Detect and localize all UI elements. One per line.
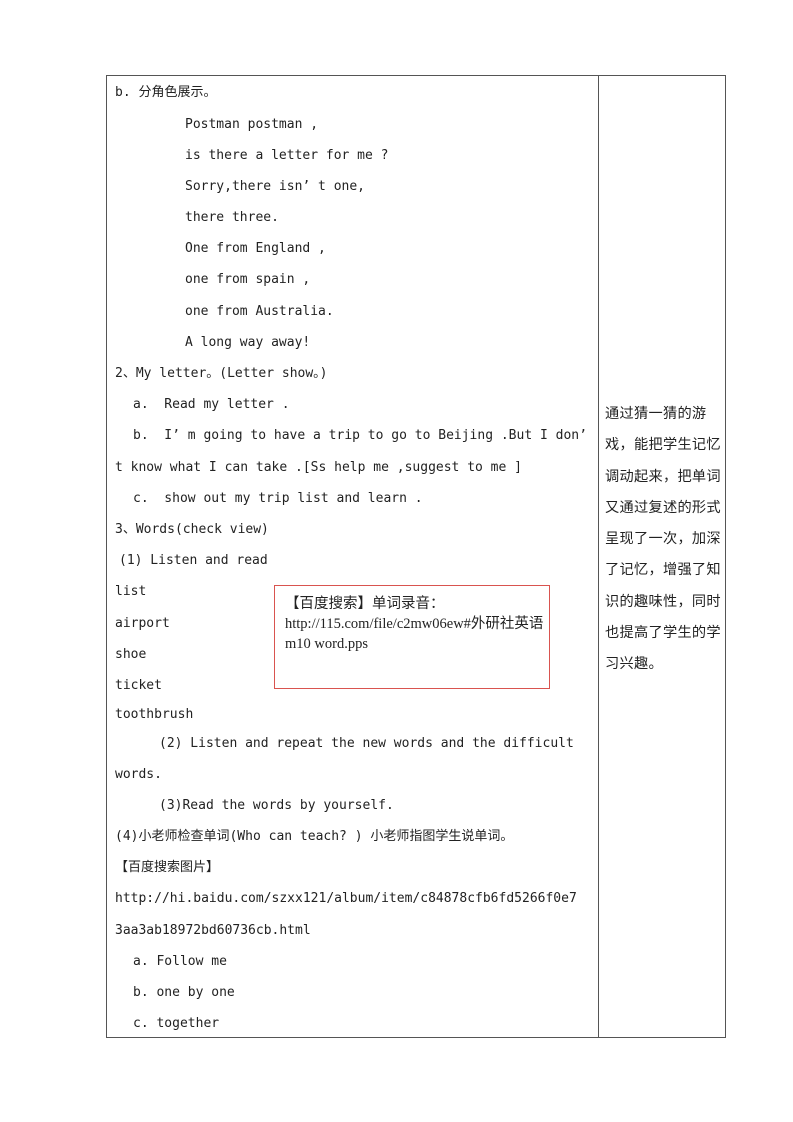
chant-line: is there a letter for me ? (185, 148, 389, 163)
audio-resource-callout: 【百度搜索】单词录音：http://115.com/file/c2mw06ew#… (274, 585, 550, 689)
step-1: (1) Listen and read (119, 553, 268, 568)
chant-line: one from Australia. (185, 304, 334, 319)
word-item: airport (115, 616, 170, 631)
image-url-line: 3aa3ab18972bd60736cb.html (115, 923, 311, 938)
lesson-plan-table: b. 分角色展示。 Postman postman , is there a l… (106, 75, 726, 1038)
word-item: list (115, 584, 147, 599)
document-page: b. 分角色展示。 Postman postman , is there a l… (0, 0, 793, 1122)
word-item: ticket (115, 678, 162, 693)
design-intent-cell: 通过猜一猜的游戏，能把学生记忆调动起来，把单词又通过复述的形式呈现了一次，加深了… (599, 76, 727, 1037)
word-item: shoe (115, 647, 147, 662)
chant-line: there three. (185, 210, 279, 225)
practice-item: a. Follow me (133, 954, 227, 969)
section-2-item: c. show out my trip list and learn . (133, 491, 423, 506)
chant-line: Postman postman , (185, 117, 319, 132)
chant-line: one from spain , (185, 272, 311, 287)
section-2-heading: 2、My letter。(Letter show。) (115, 366, 328, 381)
chant-line: A long way away! (185, 335, 311, 350)
section-3-heading: 3、Words(check view) (115, 522, 269, 537)
step-2: (2) Listen and repeat the new words and … (159, 736, 574, 751)
section-2-item: b. I’ m going to have a trip to go to Be… (133, 428, 587, 443)
image-search-label: 【百度搜索图片】 (115, 860, 220, 875)
audio-resource-text: 【百度搜索】单词录音：http://115.com/file/c2mw06ew#… (285, 596, 544, 652)
step-2-continued: words. (115, 767, 162, 782)
step-3: (3)Read the words by yourself. (159, 798, 394, 813)
section-b-heading: b. 分角色展示。 (115, 85, 217, 100)
practice-item: b. one by one (133, 985, 235, 1000)
design-intent-note: 通过猜一猜的游戏，能把学生记忆调动起来，把单词又通过复述的形式呈现了一次，加深了… (605, 406, 721, 673)
section-2-item: a. Read my letter . (133, 397, 290, 412)
practice-item: c. together (133, 1016, 220, 1031)
chant-line: One from England , (185, 241, 326, 256)
teaching-steps-cell: b. 分角色展示。 Postman postman , is there a l… (107, 76, 598, 1037)
chant-line: Sorry,there isn’ t one, (185, 179, 366, 194)
section-2-item-continued: t know what I can take .[Ss help me ,sug… (115, 460, 522, 475)
image-url-line: http://hi.baidu.com/szxx121/album/item/c… (115, 891, 577, 906)
word-item: toothbrush (115, 707, 194, 722)
step-4: (4)小老师检查单词(Who can teach? ) 小老师指图学生说单词。 (115, 829, 514, 844)
